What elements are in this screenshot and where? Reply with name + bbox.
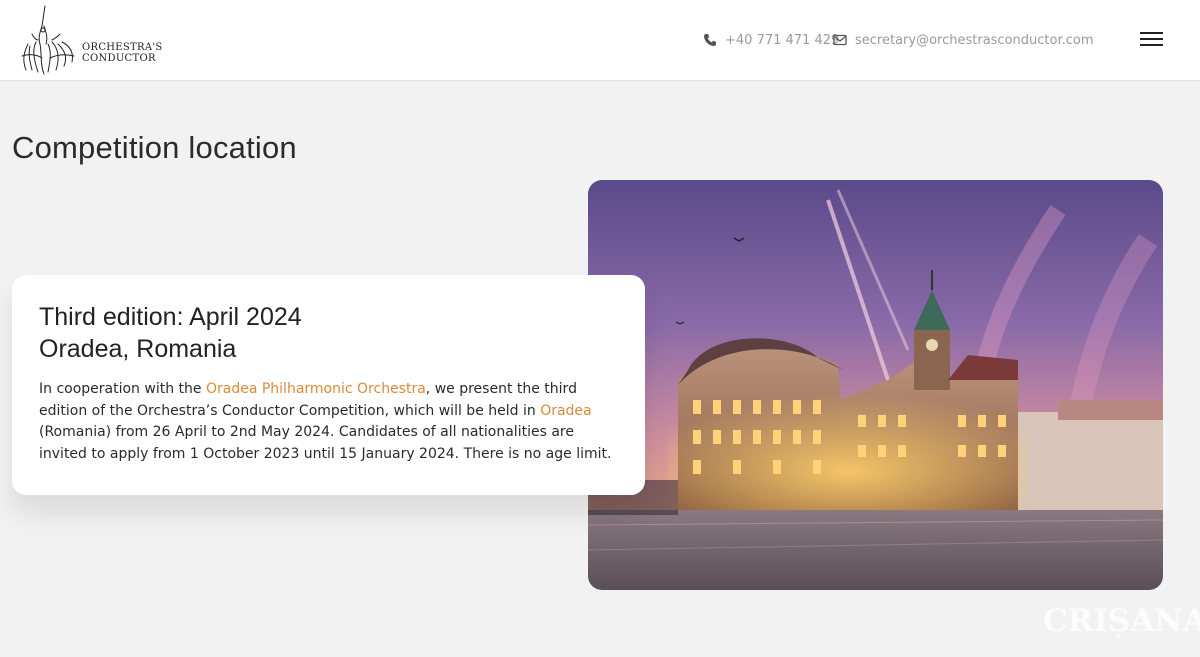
email-address: secretary@orchestrasconductor.com <box>855 32 1094 48</box>
phone-icon <box>703 33 717 47</box>
oradea-philharmonic-link[interactable]: Oradea Philharmonic Orchestra <box>206 381 426 397</box>
logo-wordmark: ORCHESTRA'S CONDUCTOR <box>82 42 163 64</box>
conductor-logo-icon <box>21 5 75 75</box>
phone-number: +40 771 471 429 <box>725 32 840 48</box>
oradea-building-photo <box>588 180 1163 590</box>
hamburger-menu-button[interactable] <box>1140 30 1164 48</box>
edition-info-card: Third edition: April 2024 Oradea, Romani… <box>12 275 645 495</box>
edition-city: Oradea, Romania <box>39 335 237 363</box>
page-title: Competition location <box>12 130 297 165</box>
logo-line-1: ORCHESTRA'S <box>82 42 163 53</box>
envelope-icon <box>833 33 847 47</box>
site-header: ORCHESTRA'S CONDUCTOR +40 771 471 429 se… <box>0 0 1200 81</box>
hamburger-menu-icon <box>1140 32 1163 34</box>
edition-description: In cooperation with the Oradea Philharmo… <box>39 381 612 462</box>
edition-date: Third edition: April 2024 <box>39 303 302 331</box>
edition-heading: Third edition: April 2024 Oradea, Romani… <box>39 301 619 365</box>
watermark-logo: CRIȘANA <box>1043 603 1200 639</box>
oradea-link[interactable]: Oradea <box>540 403 591 419</box>
email-link[interactable]: secretary@orchestrasconductor.com <box>833 31 1094 49</box>
site-logo[interactable]: ORCHESTRA'S CONDUCTOR <box>18 4 168 76</box>
phone-link[interactable]: +40 771 471 429 <box>703 31 839 49</box>
logo-line-2: CONDUCTOR <box>82 53 156 64</box>
